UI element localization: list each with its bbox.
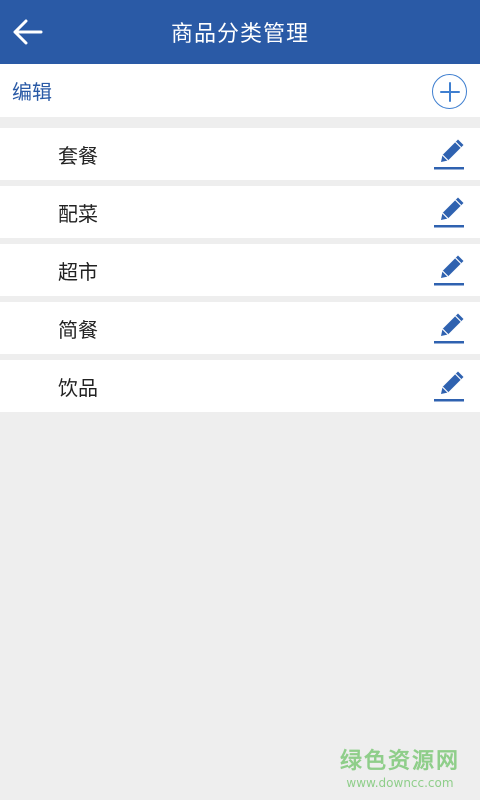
list-item[interactable]: 简餐 bbox=[0, 302, 480, 354]
category-label: 超市 bbox=[58, 259, 98, 284]
pencil-icon[interactable] bbox=[432, 310, 466, 346]
pencil-icon[interactable] bbox=[432, 136, 466, 172]
watermark-title: 绿色资源网 bbox=[339, 749, 460, 774]
pencil-icon[interactable] bbox=[432, 368, 466, 404]
list-item[interactable]: 超市 bbox=[0, 244, 480, 296]
pencil-icon[interactable] bbox=[432, 194, 466, 230]
back-button[interactable] bbox=[8, 12, 48, 52]
category-label: 饮品 bbox=[58, 375, 98, 400]
list-item[interactable]: 套餐 bbox=[0, 128, 480, 180]
add-category-button[interactable] bbox=[432, 74, 467, 109]
list-item[interactable]: 配菜 bbox=[0, 186, 480, 238]
pencil-icon[interactable] bbox=[432, 252, 466, 288]
edit-toolbar: 编辑 bbox=[0, 64, 480, 117]
app-bar: 商品分类管理 bbox=[0, 0, 480, 64]
watermark-url: www.downcc.com bbox=[346, 776, 454, 790]
category-label: 套餐 bbox=[58, 143, 98, 168]
category-label: 简餐 bbox=[58, 317, 98, 342]
watermark: 绿色资源网 www.downcc.com bbox=[340, 743, 460, 790]
list-item[interactable]: 饮品 bbox=[0, 360, 480, 412]
category-list: 套餐 配菜 超市 简餐 饮品 bbox=[0, 128, 480, 418]
edit-button[interactable]: 编辑 bbox=[12, 76, 52, 105]
page-title: 商品分类管理 bbox=[170, 22, 309, 47]
category-label: 配菜 bbox=[58, 201, 98, 226]
plus-icon bbox=[439, 81, 460, 102]
arrow-left-icon bbox=[13, 19, 43, 45]
